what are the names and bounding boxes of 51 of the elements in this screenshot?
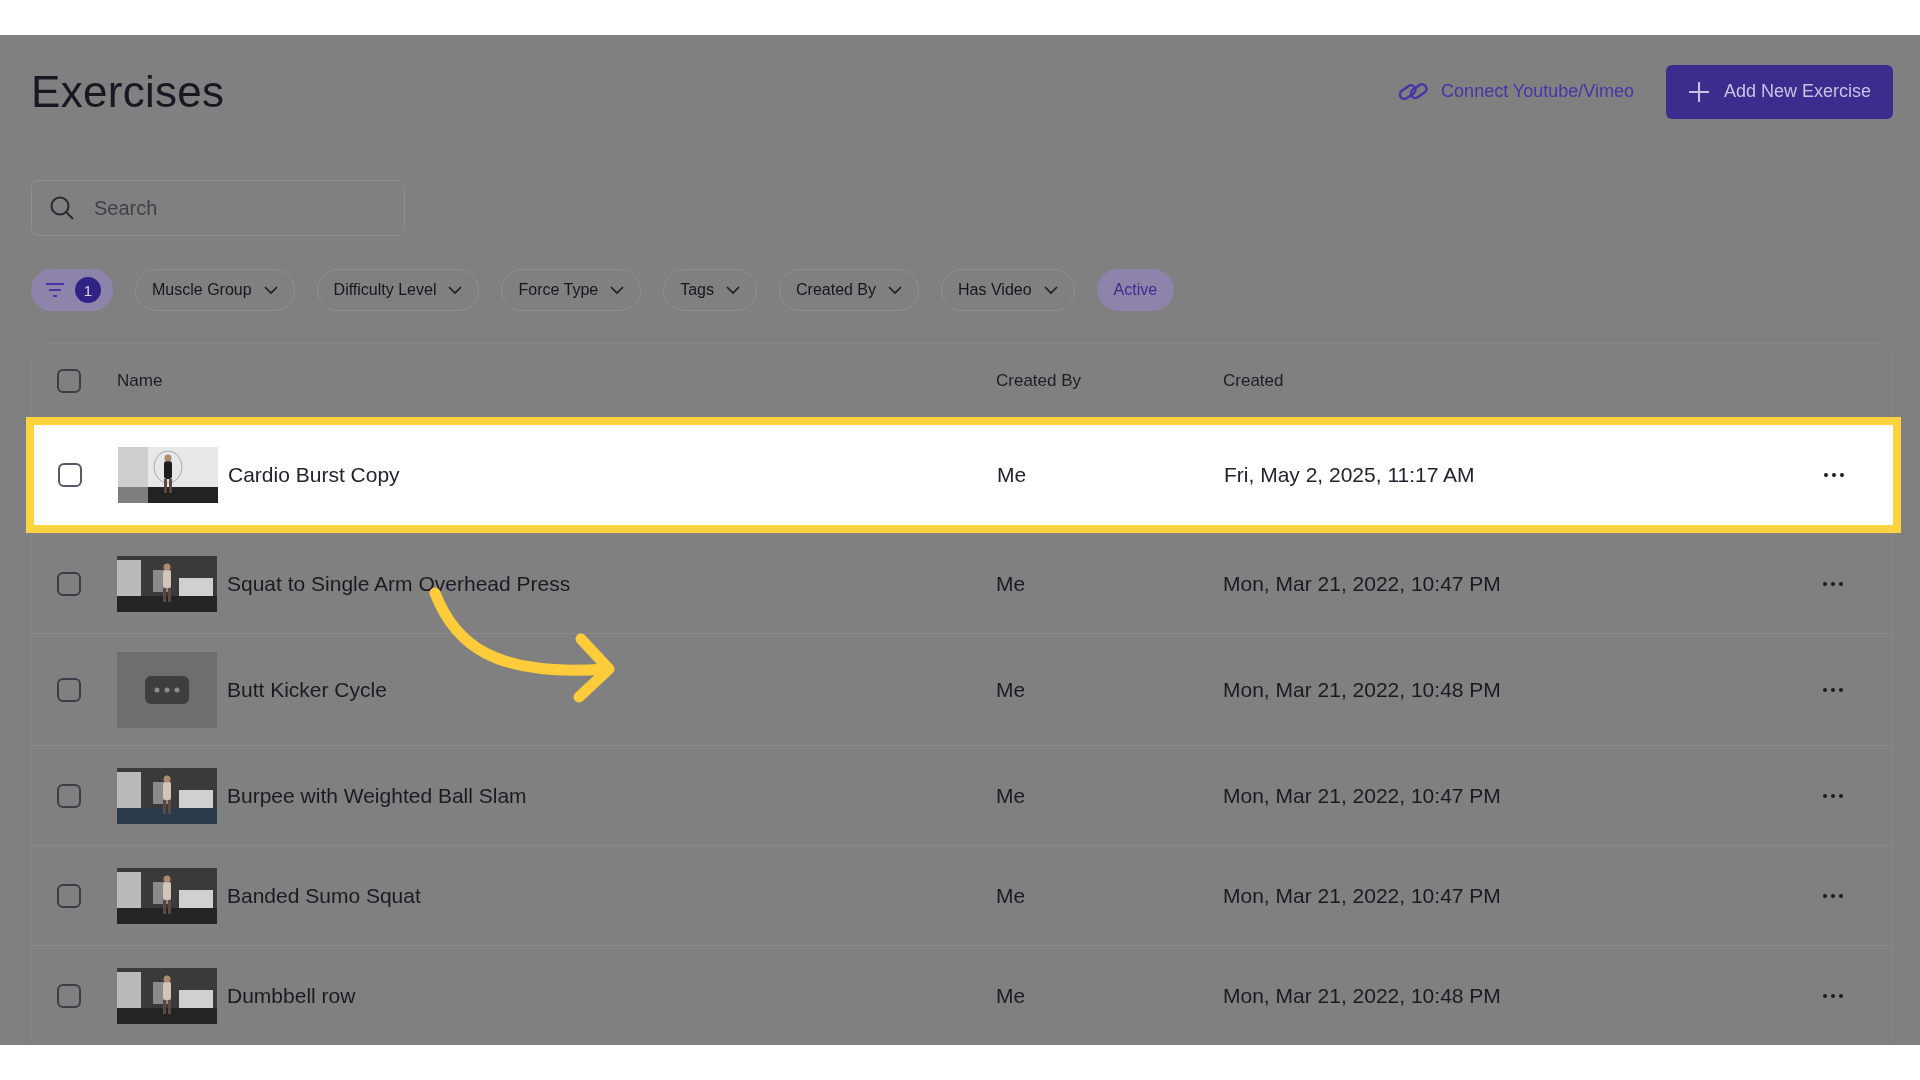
chevron-down-icon [448,285,463,295]
exercise-name: Butt Kicker Cycle [227,677,387,702]
row-checkbox[interactable] [58,463,82,487]
plus-icon [1687,80,1710,103]
filter-dropdown[interactable]: Force Type [501,269,642,311]
table-cell: Me [996,883,1026,907]
select-all-checkbox[interactable] [57,368,81,393]
chevron-down-icon [1043,285,1058,295]
video-placeholder-icon [117,651,217,728]
table-cell: Mon, Mar 21, 2022, 10:48 PM [1223,677,1501,701]
page-title: Exercises [31,66,225,117]
exercise-name: Banded Sumo Squat [227,883,421,908]
chevron-down-icon [610,285,625,295]
filter-dropdown[interactable]: Muscle Group [135,269,295,311]
column-header: Created By [996,370,1082,390]
connect-video-link[interactable]: Connect Youtube/Vimeo [1397,79,1634,104]
table-cell: Me [996,571,1026,595]
table-cell: Mon, Mar 21, 2022, 10:47 PM [1223,883,1501,907]
filter-dropdown[interactable]: Difficulty Level [316,269,480,311]
row-checkbox[interactable] [57,783,81,808]
chevron-down-icon [888,285,903,295]
table-cell: Me [996,783,1026,807]
filter-dropdown[interactable]: Has Video [941,269,1075,311]
row-checkbox[interactable] [57,571,81,596]
exercise-name: Burpee with Weighted Ball Slam [227,783,527,808]
search-field[interactable]: Search [31,180,405,236]
filter-icon [45,282,65,298]
exercise-name: Squat to Single Arm Overhead Press [227,571,571,596]
chevron-down-icon [263,285,278,295]
table-cell: Mon, Mar 21, 2022, 10:47 PM [1223,783,1501,807]
filter-dropdown[interactable]: Tags [663,269,757,311]
column-header: Name [117,370,163,390]
exercise-name: Cardio Burst Copy [228,463,400,487]
row-checkbox[interactable] [57,983,81,1008]
filter-toggle[interactable]: Active [1096,269,1175,311]
table-cell: Me [996,677,1026,701]
table-cell: Mon, Mar 21, 2022, 10:47 PM [1223,571,1501,595]
filter-dropdown[interactable]: Created By [779,269,920,311]
search-icon [49,195,75,221]
exercise-name: Dumbbell row [227,983,356,1008]
chevron-down-icon [726,285,740,295]
table-cell: Me [996,983,1026,1007]
row-checkbox[interactable] [57,677,81,702]
table-cell: Fri, May 2, 2025, 11:17 AM [1224,463,1475,486]
filter-count-badge: 1 [75,277,101,303]
table-cell: Me [997,463,1027,486]
row-checkbox[interactable] [57,883,81,908]
filter-button[interactable]: 1 [31,269,113,311]
column-header: Created [1223,370,1284,390]
add-exercise-button[interactable]: Add New Exercise [1665,64,1893,119]
table-cell: Mon, Mar 21, 2022, 10:48 PM [1223,983,1501,1007]
